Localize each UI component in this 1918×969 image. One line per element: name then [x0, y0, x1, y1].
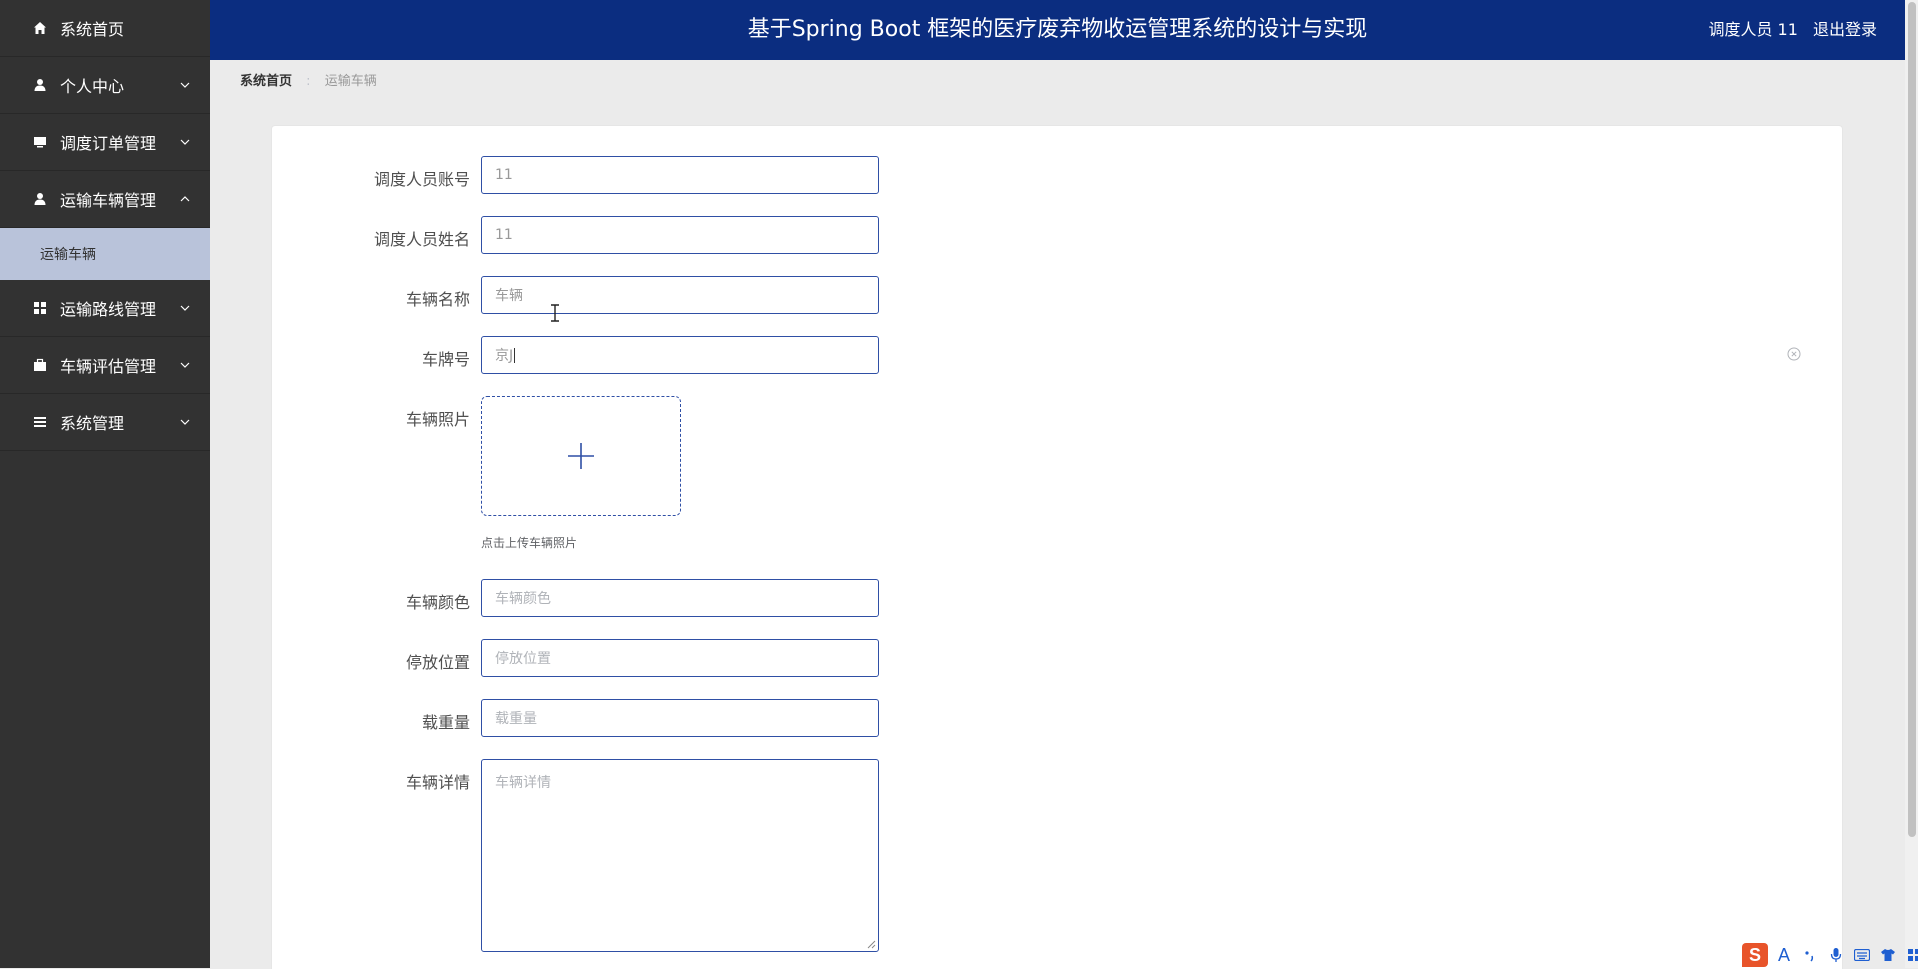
name-label: 调度人员姓名	[373, 230, 470, 249]
parking-placeholder: 停放位置	[495, 651, 551, 667]
chevron-down-icon	[180, 362, 190, 368]
sidebar-item-dispatch-orders[interactable]: 调度订单管理	[0, 114, 210, 171]
photo-label: 车辆照片	[405, 410, 470, 429]
sidebar-item-route-management[interactable]: 运输路线管理	[0, 280, 210, 337]
chevron-down-icon	[180, 305, 190, 311]
color-label: 车辆颜色	[405, 593, 470, 612]
toolbox-icon[interactable]	[1904, 945, 1918, 965]
home-icon	[32, 20, 48, 36]
scrollbar-thumb[interactable]	[1908, 2, 1916, 837]
user-name: 调度人员 11	[1708, 20, 1798, 39]
ime-logo[interactable]: S	[1742, 943, 1768, 967]
grid-icon	[32, 300, 48, 316]
load-placeholder: 载重量	[495, 711, 537, 727]
detail-label: 车辆详情	[405, 773, 470, 792]
chevron-down-icon	[180, 139, 190, 145]
sidebar-item-home[interactable]: 系统首页	[0, 0, 210, 57]
sidebar-item-vehicle-evaluation[interactable]: 车辆评估管理	[0, 337, 210, 394]
plate-label: 车牌号	[421, 350, 470, 369]
plus-icon	[568, 443, 594, 469]
sidebar-item-label: 运输车辆管理	[60, 191, 157, 210]
microphone-icon[interactable]	[1826, 945, 1846, 965]
account-value: 11	[495, 167, 513, 183]
sidebar-item-label: 调度订单管理	[60, 134, 157, 153]
breadcrumb-home[interactable]: 系统首页	[240, 74, 292, 89]
color-field[interactable]: 车辆颜色	[481, 579, 879, 617]
sidebar: 系统首页 个人中心 调度订单管理 运输车辆管理 运输车辆 运输路线管理 车辆评估…	[0, 0, 210, 968]
logout-link[interactable]: 退出登录	[1813, 20, 1877, 39]
text-cursor-icon	[551, 304, 559, 322]
sidebar-item-vehicle-management[interactable]: 运输车辆管理	[0, 171, 210, 228]
skin-icon[interactable]	[1878, 945, 1898, 965]
monitor-icon	[32, 134, 48, 150]
resize-grip-icon[interactable]	[866, 939, 876, 949]
detail-placeholder: 车辆详情	[495, 775, 551, 791]
sidebar-item-label: 系统首页	[60, 20, 125, 39]
load-label: 载重量	[421, 713, 470, 732]
name-field[interactable]: 11	[481, 216, 879, 254]
sidebar-item-label: 运输路线管理	[60, 300, 157, 319]
ime-mode[interactable]: A	[1774, 945, 1794, 965]
top-header: 基于Spring Boot 框架的医疗废弃物收运管理系统的设计与实现 调度人员 …	[210, 0, 1905, 60]
chevron-up-icon	[180, 196, 190, 202]
user-area: 调度人员 11 退出登录	[1698, 0, 1877, 60]
punctuation-icon[interactable]	[1800, 945, 1820, 965]
page-title: 基于Spring Boot 框架的医疗废弃物收运管理系统的设计与实现	[747, 17, 1368, 42]
vehicle-name-label: 车辆名称	[405, 290, 470, 309]
breadcrumb: 系统首页 : 运输车辆	[240, 72, 377, 92]
chevron-down-icon	[180, 82, 190, 88]
sidebar-subitem-vehicles[interactable]: 运输车辆	[0, 228, 210, 280]
sidebar-item-label: 个人中心	[60, 77, 125, 96]
parking-field[interactable]: 停放位置	[481, 639, 879, 677]
keyboard-icon[interactable]	[1852, 945, 1872, 965]
name-value: 11	[495, 227, 513, 243]
sidebar-item-label: 系统管理	[60, 414, 125, 433]
account-label: 调度人员账号	[373, 170, 470, 189]
briefcase-icon	[32, 357, 48, 373]
photo-upload-hint: 点击上传车辆照片	[481, 536, 578, 550]
account-field[interactable]: 11	[481, 156, 879, 194]
vehicle-name-value: 车辆	[495, 288, 523, 304]
chevron-down-icon	[180, 419, 190, 425]
user-icon	[32, 77, 48, 93]
sidebar-item-label: 车辆评估管理	[60, 357, 157, 376]
breadcrumb-current: 运输车辆	[324, 74, 377, 89]
parking-label: 停放位置	[405, 653, 470, 672]
detail-textarea[interactable]: 车辆详情	[481, 759, 879, 952]
list-icon	[32, 414, 48, 430]
breadcrumb-separator: :	[306, 74, 311, 89]
load-field[interactable]: 载重量	[481, 699, 879, 737]
ime-toolbar: S A	[1742, 942, 1918, 968]
user-icon	[32, 191, 48, 207]
clear-icon[interactable]	[1787, 347, 1801, 361]
sidebar-subitem-label: 运输车辆	[40, 247, 96, 263]
text-caret	[514, 347, 516, 363]
photo-upload-button[interactable]	[481, 396, 681, 516]
vehicle-name-field[interactable]: 车辆	[481, 276, 879, 314]
sidebar-item-personal-center[interactable]: 个人中心	[0, 57, 210, 114]
color-placeholder: 车辆颜色	[495, 591, 551, 607]
scrollbar[interactable]	[1905, 0, 1918, 968]
plate-value: 京J	[495, 348, 514, 364]
sidebar-item-system-management[interactable]: 系统管理	[0, 394, 210, 451]
plate-field[interactable]: 京J	[481, 336, 879, 374]
